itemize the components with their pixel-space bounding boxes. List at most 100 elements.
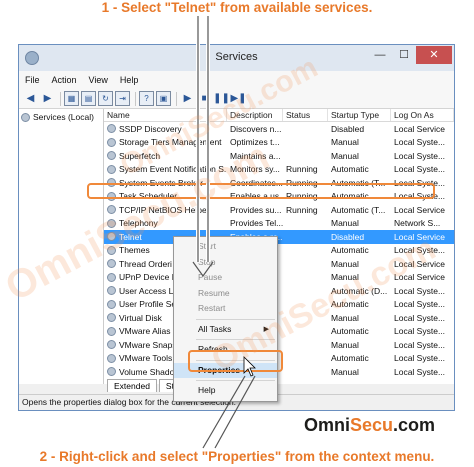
title-bar[interactable]: Services — ☐ ✕ [19, 45, 454, 71]
gear-icon [107, 272, 116, 282]
help-icon[interactable]: ? [139, 91, 154, 106]
table-row[interactable]: UPnP Device H Manual Local Service [104, 271, 454, 285]
service-description-cell: Provides su... [230, 204, 282, 215]
properties-sheet-icon[interactable]: ▤ [81, 91, 96, 106]
menu-help[interactable]: Help [114, 75, 145, 85]
toolbar: ◀ ▶ ▦ ▤ ↻ ⇥ ? ▣ ▶ ■ ❚❚ ▶❚ [19, 89, 454, 109]
gear-icon [107, 245, 116, 255]
ctx-stop[interactable]: Stop [174, 255, 277, 271]
tree-item-services-local[interactable]: Services (Local) [21, 112, 101, 122]
service-status-cell: Running [286, 164, 318, 175]
table-row[interactable]: SSDP Discovery Discovers n... Disabled Loca… [104, 122, 454, 136]
services-list: Name Description Status Startup Type Log… [104, 109, 454, 384]
table-row[interactable]: TCP/IP NetBIOS Helper Provides su... Runni… [104, 203, 454, 217]
show-hide-tree-icon[interactable]: ▦ [64, 91, 79, 106]
service-name-cell: SSDP Discovery [104, 124, 227, 134]
table-row[interactable]: TelnetEnables a re...DisabledLocal Servi… [104, 230, 454, 244]
menu-file[interactable]: File [19, 75, 46, 85]
menu-action[interactable]: Action [46, 75, 83, 85]
service-startup-cell: Disabled [331, 123, 365, 134]
service-name-cell: Storage Tiers Management [104, 137, 227, 147]
service-logon-cell: Network S... [394, 218, 441, 229]
gear-icon [107, 286, 116, 296]
table-row[interactable]: Virtual Disk Manual Local Syste... [104, 311, 454, 325]
table-row[interactable]: Superfetch Maintains a... Manual Local Syst… [104, 149, 454, 163]
column-header-log-on-as[interactable]: Log On As [391, 109, 454, 121]
table-row[interactable]: User Access L Automatic (D... Local Syste.… [104, 284, 454, 298]
column-header-row: Name Description Status Startup Type Log… [104, 109, 454, 122]
service-startup-cell: Automatic [331, 299, 369, 310]
table-row[interactable]: Storage Tiers Management Optimizes t... Ma… [104, 136, 454, 150]
service-startup-cell: Automatic (T... [331, 204, 386, 215]
menu-view[interactable]: View [83, 75, 114, 85]
service-name-cell: Telephony [104, 218, 227, 228]
service-logon-cell: Local Service [394, 258, 446, 269]
service-logon-cell: Local Syste... [394, 137, 446, 148]
ctx-help[interactable]: Help [174, 383, 277, 399]
table-row[interactable]: VMware Alias Automatic Local Syste... [104, 325, 454, 339]
tab-extended[interactable]: Extended [107, 379, 157, 392]
service-startup-cell: Automatic [331, 326, 369, 337]
service-logon-cell: Local Syste... [394, 285, 446, 296]
service-logon-cell: Local Syste... [394, 245, 446, 256]
instruction-step-1: 1 - Select "Telnet" from available servi… [101, 0, 373, 15]
column-header-startup-type[interactable]: Startup Type [328, 109, 391, 121]
service-logon-cell: Local Syste... [394, 339, 446, 350]
start-service-icon[interactable]: ▶ [180, 91, 195, 106]
service-status-cell: Running [286, 204, 318, 215]
forward-arrow-icon[interactable]: ▶ [40, 91, 55, 106]
service-startup-cell: Automatic [331, 245, 369, 256]
service-startup-cell: Manual [331, 218, 359, 229]
table-row[interactable]: Themes Automatic Local Syste... [104, 244, 454, 258]
service-startup-cell: Manual [331, 150, 359, 161]
ctx-all-tasks[interactable]: All Tasks ▶ [174, 322, 277, 338]
service-startup-cell: Automatic [331, 164, 369, 175]
gear-icon [107, 313, 116, 323]
service-logon-cell: Local Syste... [394, 366, 446, 377]
service-startup-cell: Automatic (D... [331, 285, 388, 296]
ctx-restart[interactable]: Restart [174, 301, 277, 317]
restart-service-icon[interactable]: ▶❚ [230, 91, 246, 106]
maximize-button[interactable]: ☐ [392, 46, 416, 64]
gear-icon [107, 232, 116, 242]
pause-service-icon[interactable]: ❚❚ [213, 91, 230, 106]
gear-icon [107, 124, 116, 134]
gear-icon [107, 137, 116, 147]
gear-icon [107, 353, 116, 363]
context-menu: Start Stop Pause Resume Restart All Task… [173, 236, 278, 402]
service-logon-cell: Local Service [394, 272, 446, 283]
gear-icon [107, 164, 116, 174]
table-row[interactable]: Thread Orderi Manual Local Service [104, 257, 454, 271]
menu-bar: File Action View Help [19, 71, 454, 89]
service-name-cell: System Event Notification S... [104, 164, 227, 174]
service-startup-cell: Manual [331, 339, 359, 350]
table-row[interactable]: System Event Notification S... Monitors s… [104, 163, 454, 177]
column-header-description[interactable]: Description [227, 109, 283, 121]
service-startup-cell: Manual [331, 272, 359, 283]
gear-icon [107, 205, 116, 215]
ctx-resume[interactable]: Resume [174, 286, 277, 302]
back-arrow-icon[interactable]: ◀ [23, 91, 38, 106]
minimize-button[interactable]: — [368, 46, 392, 64]
column-header-name[interactable]: Name [104, 109, 227, 121]
stop-service-icon[interactable]: ■ [197, 91, 212, 106]
service-logon-cell: Local Syste... [394, 164, 446, 175]
table-row[interactable]: Telephony Provides Tel... Manual Network S.… [104, 217, 454, 231]
gear-icon [107, 326, 116, 336]
ctx-start[interactable]: Start [174, 239, 277, 255]
gear-icon [21, 112, 30, 122]
console-icon[interactable]: ▣ [156, 91, 171, 106]
refresh-icon[interactable]: ↻ [98, 91, 113, 106]
service-startup-cell: Manual [331, 312, 359, 323]
close-button[interactable]: ✕ [416, 46, 452, 64]
table-row[interactable]: User Profile Se Automatic Local Syste... [104, 298, 454, 312]
service-startup-cell: Manual [331, 137, 359, 148]
gear-icon [107, 259, 116, 269]
ctx-pause[interactable]: Pause [174, 270, 277, 286]
properties-highlight-box [188, 350, 283, 372]
column-header-status[interactable]: Status [283, 109, 328, 121]
service-description-cell: Optimizes t... [230, 137, 280, 148]
instruction-step-2: 2 - Right-click and select "Properties" … [39, 449, 435, 464]
export-list-icon[interactable]: ⇥ [115, 91, 130, 106]
gear-icon [107, 367, 116, 377]
